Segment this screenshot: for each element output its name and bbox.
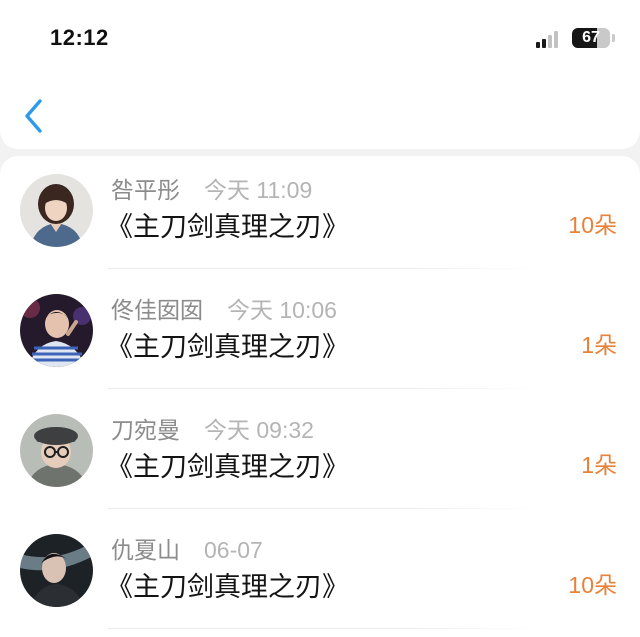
send-time: 今天 09:32 [204,417,314,443]
avatar[interactable] [20,294,93,367]
book-title: 《主刀剑真理之刃》 [106,572,349,602]
gift-count: 10朵 [568,212,617,238]
send-time: 今天 11:09 [204,177,313,203]
gift-count: 1朵 [581,332,617,358]
gift-record-list: 咎平彤 今天 11:09 《主刀剑真理之刃》 10朵 佟佳囡囡 今天 10:06 《… [0,156,640,637]
sender-meta: 佟佳囡囡 今天 10:06 [111,296,337,324]
divider [108,388,538,389]
list-item[interactable]: 仇夏山 06-07 《主刀剑真理之刃》 10朵 [0,516,640,636]
signal-bars-icon [536,30,564,48]
sender-meta: 咎平彤 今天 11:09 [111,176,312,204]
avatar[interactable] [20,174,93,247]
chevron-left-icon [25,99,42,133]
send-time: 06-07 [204,537,263,563]
book-title: 《主刀剑真理之刃》 [106,452,349,482]
book-title: 《主刀剑真理之刃》 [106,212,349,242]
book-title: 《主刀剑真理之刃》 [106,332,349,362]
list-item[interactable]: 刀宛曼 今天 09:32 《主刀剑真理之刃》 1朵 [0,396,640,516]
battery-icon: 67 [572,28,610,48]
top-bar: 12:12 67 [0,0,640,149]
sender-name: 咎平彤 [111,177,180,203]
battery-percent: 67 [582,29,600,46]
list-item[interactable]: 佟佳囡囡 今天 10:06 《主刀剑真理之刃》 1朵 [0,276,640,396]
send-time: 今天 10:06 [227,297,337,323]
sender-name: 佟佳囡囡 [111,297,203,323]
list-item[interactable]: 咎平彤 今天 11:09 《主刀剑真理之刃》 10朵 [0,156,640,276]
status-time: 12:12 [50,25,109,50]
sender-name: 刀宛曼 [111,417,180,443]
divider [108,508,538,509]
battery-nub [612,34,615,42]
avatar[interactable] [20,534,93,607]
back-button[interactable] [16,94,56,138]
sender-meta: 仇夏山 06-07 [111,536,263,564]
divider [108,628,538,629]
gift-count: 1朵 [581,452,617,478]
sender-name: 仇夏山 [111,537,180,563]
avatar[interactable] [20,414,93,487]
sender-meta: 刀宛曼 今天 09:32 [111,416,314,444]
divider [108,268,538,269]
gift-count: 10朵 [568,572,617,598]
